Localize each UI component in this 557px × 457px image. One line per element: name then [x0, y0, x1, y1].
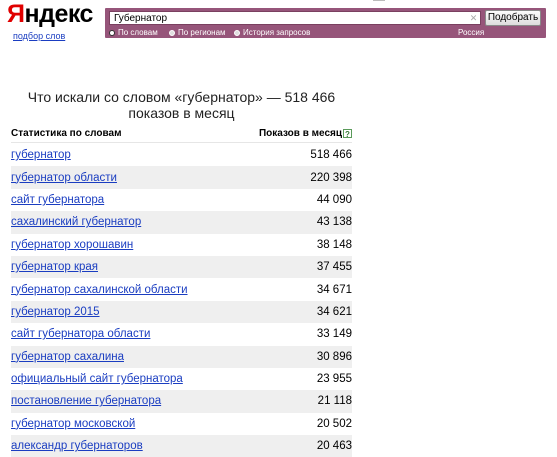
impressions-count: 43 138: [316, 216, 352, 229]
keyword-link[interactable]: сайт губернатора: [11, 194, 104, 206]
table-row: сайт губернатора 44 090: [11, 189, 352, 211]
header-divider: [11, 142, 352, 143]
mode-history[interactable]: История запросов: [234, 28, 310, 37]
radio-icon: [109, 29, 115, 36]
col-count-header: Показов в месяц: [258, 128, 342, 139]
table-row: губернатор сахалина 30 896: [11, 345, 352, 368]
mode-label: По словам: [118, 28, 158, 37]
mode-label: По регионам: [178, 28, 226, 37]
results-title: Что искали со словом «губернатор» — 518 …: [27, 89, 336, 121]
logo-first-letter: Я: [7, 0, 25, 28]
table-row: сайт губернатора области 33 149: [11, 323, 352, 345]
yandex-logo[interactable]: Яндекс: [7, 0, 93, 29]
keyword-link[interactable]: губернатор московской: [11, 418, 135, 430]
table-row: губернатор сахалинской области 34 671: [11, 278, 352, 300]
mode-label: История запросов: [243, 28, 311, 37]
radio-icon: [234, 29, 240, 36]
keyword-link[interactable]: официальный сайт губернатора: [11, 373, 183, 385]
impressions-count: 44 090: [316, 193, 352, 206]
table-row: сахалинский губернатор 43 138: [11, 211, 352, 234]
impressions-count: 23 955: [316, 373, 352, 386]
impressions-count: 518 466: [310, 149, 352, 162]
results-panel: Что искали со словом «губернатор» — 518 …: [5, 79, 358, 457]
impressions-count: 30 896: [316, 350, 352, 363]
table-row: губернатор 518 466: [11, 144, 352, 166]
impressions-count: 20 502: [316, 417, 352, 430]
help-icon[interactable]: ?: [343, 129, 352, 139]
impressions-count: 34 671: [316, 283, 352, 296]
wordstat-link[interactable]: подбор слов: [13, 31, 65, 41]
top-divider: [373, 0, 385, 1]
keyword-link[interactable]: губернатор сахалинской области: [11, 284, 188, 296]
keyword-link[interactable]: губернатор 2015: [11, 306, 100, 318]
mode-by-regions[interactable]: По регионам: [169, 28, 226, 37]
results-header: Статистика по словам Показов в месяц ?: [11, 128, 352, 142]
keyword-link[interactable]: губернатор края: [11, 261, 98, 273]
table-row: губернатор хорошавин 38 148: [11, 234, 352, 256]
results-list: губернатор 518 466 губернатор области 220 3…: [11, 144, 352, 457]
table-row: александр губернаторов 20 463: [11, 435, 352, 457]
clear-icon[interactable]: ✕: [469, 14, 478, 23]
table-row: губернатор области 220 398: [11, 166, 352, 189]
region-selector[interactable]: Россия: [458, 28, 484, 37]
keyword-link[interactable]: губернатор хорошавин: [11, 239, 133, 251]
table-row: официальный сайт губернатора 23 955: [11, 368, 352, 390]
table-row: постановление губернатора 21 118: [11, 390, 352, 413]
search-bar: ✕ Подобрать По словам По регионам Истори…: [105, 8, 546, 38]
impressions-count: 220 398: [310, 171, 352, 184]
search-input[interactable]: [109, 11, 481, 25]
col-keyword-header: Статистика по словам: [11, 128, 122, 139]
keyword-link[interactable]: александр губернаторов: [11, 440, 143, 452]
keyword-link[interactable]: сахалинский губернатор: [11, 216, 141, 228]
keyword-link[interactable]: постановление губернатора: [11, 395, 161, 407]
table-row: губернатор московской 20 502: [11, 413, 352, 435]
table-row: губернатор 2015 34 621: [11, 300, 352, 324]
logo-rest: ндекс: [24, 0, 93, 28]
impressions-count: 38 148: [316, 238, 352, 251]
impressions-count: 20 463: [316, 440, 352, 453]
keyword-link[interactable]: губернатор: [11, 149, 71, 161]
submit-button[interactable]: Подобрать: [485, 10, 541, 26]
impressions-count: 37 455: [316, 261, 352, 274]
mode-by-words[interactable]: По словам: [109, 28, 158, 37]
table-row: губернатор края 37 455: [11, 255, 352, 279]
keyword-link[interactable]: губернатор области: [11, 172, 117, 184]
keyword-link[interactable]: сайт губернатора области: [11, 328, 150, 340]
radio-icon: [169, 29, 175, 36]
impressions-count: 33 149: [316, 328, 352, 341]
impressions-count: 34 621: [316, 305, 352, 318]
keyword-link[interactable]: губернатор сахалина: [11, 351, 124, 363]
impressions-count: 21 118: [317, 395, 352, 408]
